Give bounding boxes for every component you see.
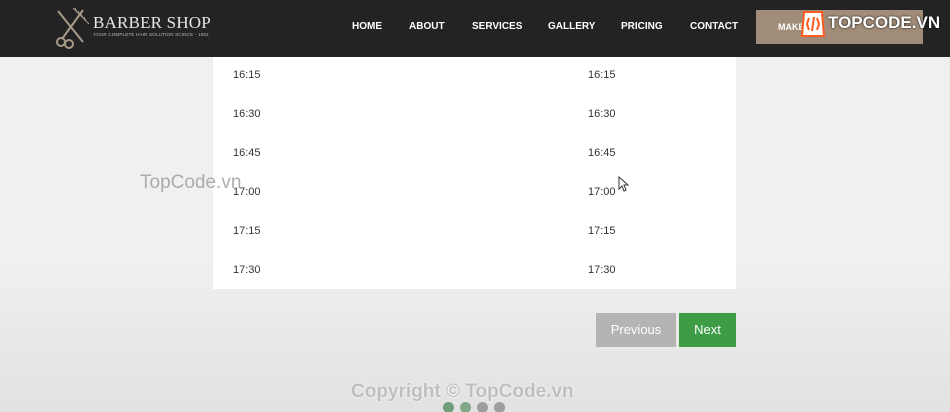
nav-about[interactable]: ABOUT [409,21,445,32]
time-slot-option[interactable]: 17:30 [233,264,261,276]
time-slot-option[interactable]: 16:45 [588,147,616,159]
brand-logo[interactable]: BARBER SHOP YOUR COMPLETE HAIR SOLUTION … [53,6,213,50]
nav-services[interactable]: SERVICES [472,21,522,32]
time-slot-option[interactable]: 16:15 [233,69,261,81]
time-slot-option[interactable]: 16:15 [588,69,616,81]
nav-pricing[interactable]: PRICING [621,21,663,32]
carousel-dot[interactable] [477,402,488,412]
topcode-badge-text: TOPCODE.VN [828,13,941,32]
copyright-watermark: Copyright © TopCode.vn [351,381,574,402]
carousel-dot[interactable] [460,402,471,412]
previous-button[interactable]: Previous [596,313,676,347]
nav-home[interactable]: HOME [352,21,382,32]
brand-tagline: YOUR COMPLETE HAIR SOLUTION SCINCE - 195… [93,32,209,37]
brand-name: BARBER SHOP [93,13,211,32]
carousel-dot[interactable] [494,402,505,412]
time-slot-option[interactable]: 16:30 [233,108,261,120]
time-slot-option[interactable]: 16:45 [233,147,261,159]
time-slot-row: 16:30 16:30 [213,108,736,147]
topcode-logo-icon [800,11,826,37]
carousel-dots [443,402,513,412]
time-slot-panel: 16:15 16:15 16:30 16:30 16:45 16:45 17:0… [213,57,736,289]
scissors-comb-icon [56,7,90,49]
time-slot-option[interactable]: 17:00 [588,186,616,198]
time-slot-row: 17:00 17:00 [213,186,736,225]
time-slot-row: 16:15 16:15 [213,69,736,108]
mouse-pointer-icon [618,176,630,192]
time-slot-row: 17:30 17:30 [213,264,736,303]
nav-gallery[interactable]: GALLERY [548,21,595,32]
navbar: BARBER SHOP YOUR COMPLETE HAIR SOLUTION … [0,0,950,57]
next-button[interactable]: Next [679,313,736,347]
watermark-text: TopCode.vn [140,172,242,193]
time-slot-option[interactable]: 17:15 [588,225,616,237]
carousel-dot[interactable] [443,402,454,412]
time-slot-row: 16:45 16:45 [213,147,736,186]
time-slot-option[interactable]: 17:30 [588,264,616,276]
time-slot-option[interactable]: 16:30 [588,108,616,120]
time-slot-option[interactable]: 17:15 [233,225,261,237]
nav-contact[interactable]: CONTACT [690,21,738,32]
topcode-badge: TOPCODE.VN [800,9,940,39]
time-slot-row: 17:15 17:15 [213,225,736,264]
